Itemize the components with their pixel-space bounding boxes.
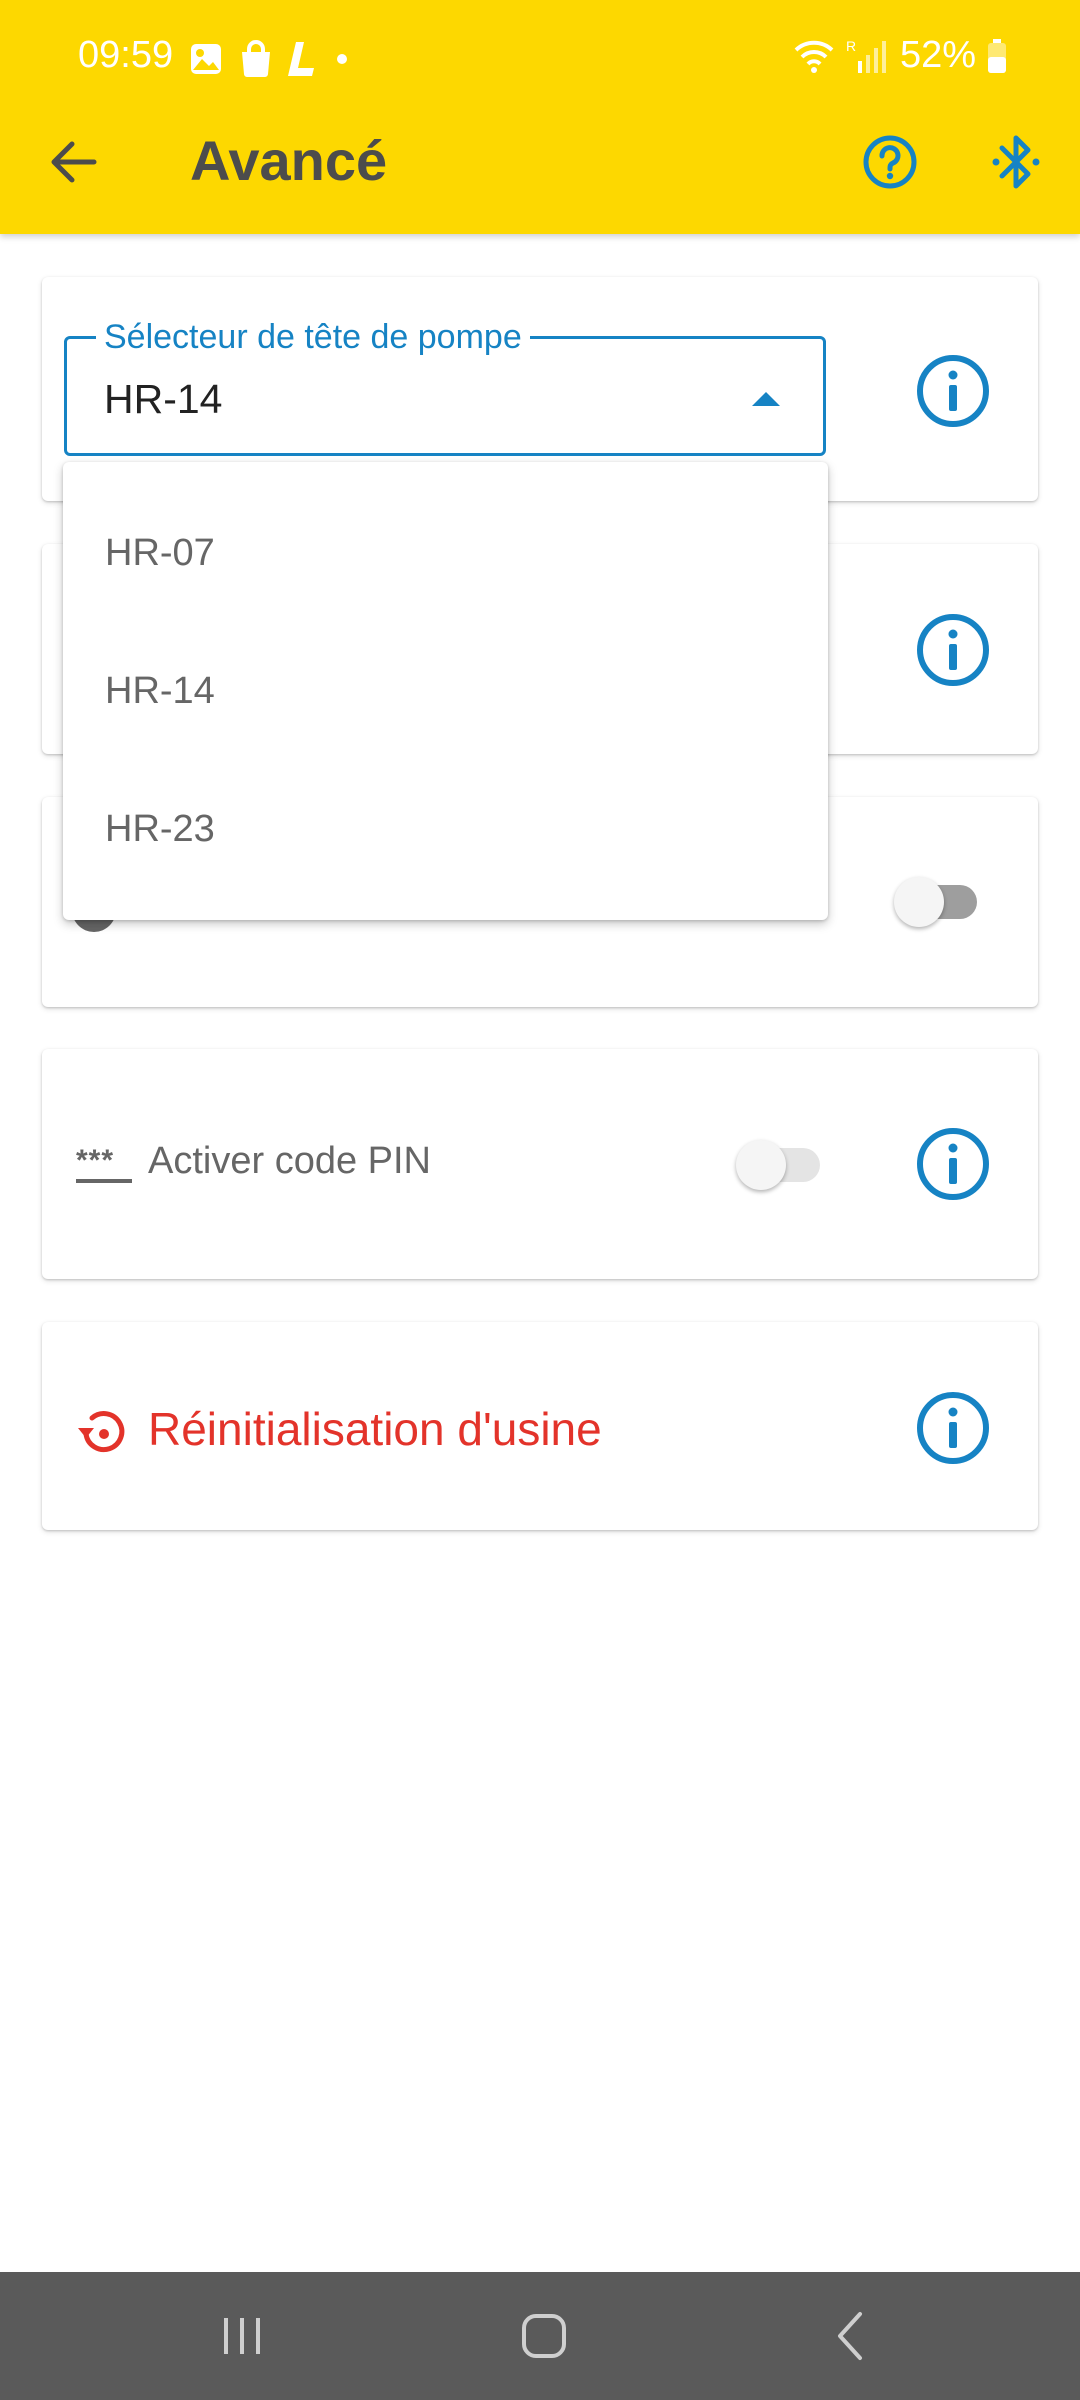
dropdown-option-hr-23[interactable]: HR-23 [105,808,215,851]
battery-icon [988,38,1006,73]
pin-toggle-thumb[interactable] [736,1140,786,1190]
pin-asterisks-glyph: *** [76,1148,114,1177]
info-icon[interactable] [916,613,990,687]
hidden-toggle-thumb[interactable] [894,877,944,927]
system-nav-bar [0,2272,1080,2400]
home-icon[interactable] [514,2306,574,2366]
battery-percentage: 52% [899,34,976,76]
wifi-icon [794,40,834,73]
status-time: 09:59 [78,34,174,76]
recent-apps-icon[interactable] [216,2306,268,2366]
status-system-icons: R 52% [792,34,1008,77]
help-circle-icon[interactable] [862,134,918,190]
app-bar: 09:59 R 52% Avancé [0,0,1080,234]
pin-label: Activer code PIN [148,1140,431,1182]
dropdown-option-hr-14[interactable]: HR-14 [105,670,215,713]
caret-up-icon[interactable] [752,392,780,406]
bluetooth-icon[interactable] [988,130,1044,194]
pump-head-select-value[interactable]: HR-14 [104,376,222,423]
signal-icon: R [846,38,886,73]
gallery-icon [191,44,221,74]
dropdown-option-hr-07[interactable]: HR-07 [105,532,215,575]
pump-head-select-label: Sélecteur de tête de pompe [96,318,530,357]
roaming-indicator: R [846,38,856,54]
shopping-bag-icon [242,40,270,77]
dot-icon [337,54,347,64]
info-icon[interactable] [916,354,990,428]
status-notification-icons [188,36,352,82]
restore-icon [78,1411,125,1453]
pin-asterisks-icon: *** [76,1148,132,1183]
info-icon[interactable] [916,1127,990,1201]
factory-reset-label[interactable]: Réinitialisation d'usine [148,1402,602,1456]
pump-head-dropdown: HR-07 HR-14 HR-23 [63,462,828,920]
l-app-icon [288,42,314,76]
back-arrow-button[interactable] [44,132,104,192]
back-nav-icon[interactable] [826,2306,874,2366]
info-icon[interactable] [916,1391,990,1465]
page-title: Avancé [190,129,388,192]
